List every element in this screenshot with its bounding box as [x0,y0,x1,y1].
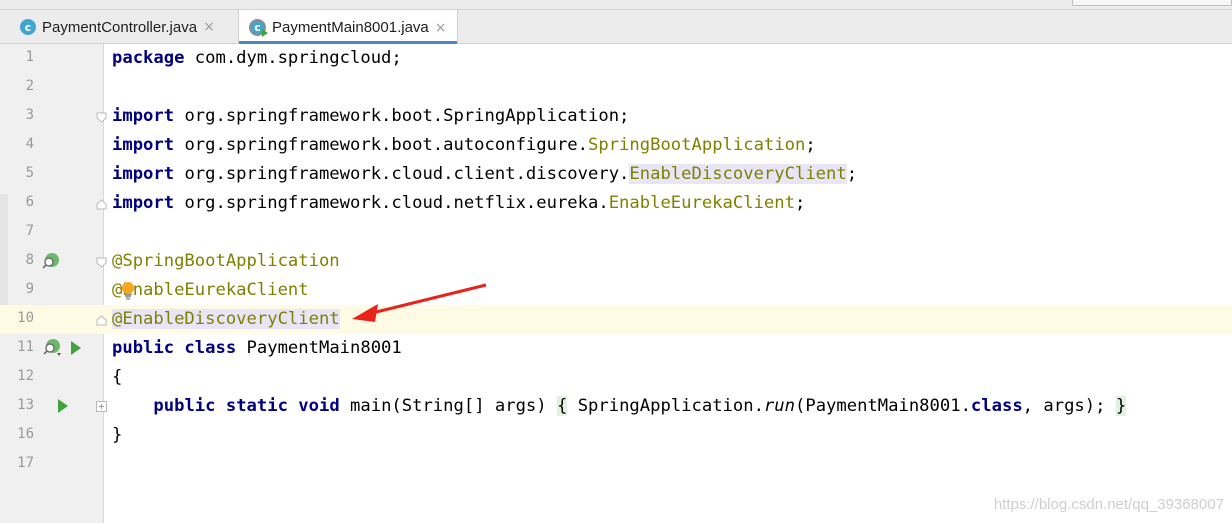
spring-main-class-icon: c [249,19,268,37]
folded-brace: { [556,396,568,416]
line-number: 9 [25,281,34,297]
tab-payment-main[interactable]: c PaymentMain8001.java × [238,10,458,45]
fold-end-icon[interactable] [96,315,107,326]
code-line: 4 import org.springframework.boot.autoco… [0,131,1232,160]
code-text: import org.springframework.boot.SpringAp… [112,106,630,126]
line-number: 12 [17,368,34,384]
fold-start-icon[interactable] [96,112,107,123]
editor-tab-bar: c PaymentController.java × c PaymentMain… [0,10,1232,45]
spring-bean-icon[interactable] [42,252,60,275]
line-number: 10 [17,310,34,326]
line-number: 1 [25,49,34,65]
code-text: import org.springframework.cloud.client.… [112,164,858,184]
usage-highlight: EnableDiscoveryClient [629,164,847,184]
code-line: 2 [0,73,1232,102]
usage-highlight: @EnableDiscoveryClient [112,309,340,329]
code-text: public static void main(String[] args) {… [153,396,1127,416]
code-text: @SpringBootApplication [112,251,340,271]
run-icon[interactable] [58,399,68,413]
folded-brace: } [1115,396,1127,416]
line-number: 17 [17,455,34,471]
spring-bean-search-icon[interactable] [42,338,64,363]
line-number: 4 [25,136,34,152]
tab-label: PaymentController.java [42,18,198,36]
line-number: 6 [25,194,34,210]
line-number: 16 [17,426,34,442]
code-text: package com.dym.springcloud; [112,48,402,68]
run-icon[interactable] [71,341,81,355]
code-line: 17 [0,450,1232,479]
line-number: 7 [25,223,34,239]
code-editor[interactable]: 1 package com.dym.springcloud; 2 3 impor… [0,44,1232,523]
code-line: 1 package com.dym.springcloud; [0,44,1232,73]
code-line: 12 { [0,363,1232,392]
line-number: 3 [25,107,34,123]
toolbar-search-box[interactable] [1072,0,1232,6]
line-number: 2 [25,78,34,94]
code-line: 3 import org.springframework.boot.Spring… [0,102,1232,131]
code-line: 6 import org.springframework.cloud.netfl… [0,189,1232,218]
tab-payment-controller[interactable]: c PaymentController.java × [20,10,215,44]
line-number: 5 [25,165,34,181]
close-icon[interactable]: × [435,20,447,36]
code-line: 11 public class PaymentMain8001 [0,334,1232,363]
code-line: 7 [0,218,1232,247]
code-line: 8 @SpringBootApplication [0,247,1232,276]
code-line: 5 import org.springframework.cloud.clien… [0,160,1232,189]
tab-label: PaymentMain8001.java [272,19,429,36]
code-text: @EnableDiscoveryClient [112,308,340,330]
intention-bulb-icon[interactable] [121,281,135,306]
code-text: } [112,425,123,445]
code-line: 9 @EnableEurekaClient [0,276,1232,305]
watermark: https://blog.csdn.net/qq_39368007 [993,496,1224,513]
fold-expand-icon[interactable] [96,401,107,412]
class-icon: c [20,19,36,35]
code-text: @EnableEurekaClient [112,280,309,300]
code-text: public class PaymentMain8001 [112,338,402,358]
fold-start-icon[interactable] [96,257,107,268]
code-text: { [112,367,123,387]
code-text: import org.springframework.boot.autoconf… [112,135,816,155]
code-text: import org.springframework.cloud.netflix… [112,193,806,213]
line-number: 13 [17,397,34,413]
code-line: 16 } [0,421,1232,450]
line-number: 11 [17,339,34,355]
line-number: 8 [25,252,34,268]
fold-end-icon[interactable] [96,199,107,210]
code-line-current: 10 @EnableDiscoveryClient [0,305,1232,334]
close-icon[interactable]: × [203,19,215,35]
toolbar-strip [0,0,1232,10]
code-line: 13 public static void main(String[] args… [0,392,1232,421]
